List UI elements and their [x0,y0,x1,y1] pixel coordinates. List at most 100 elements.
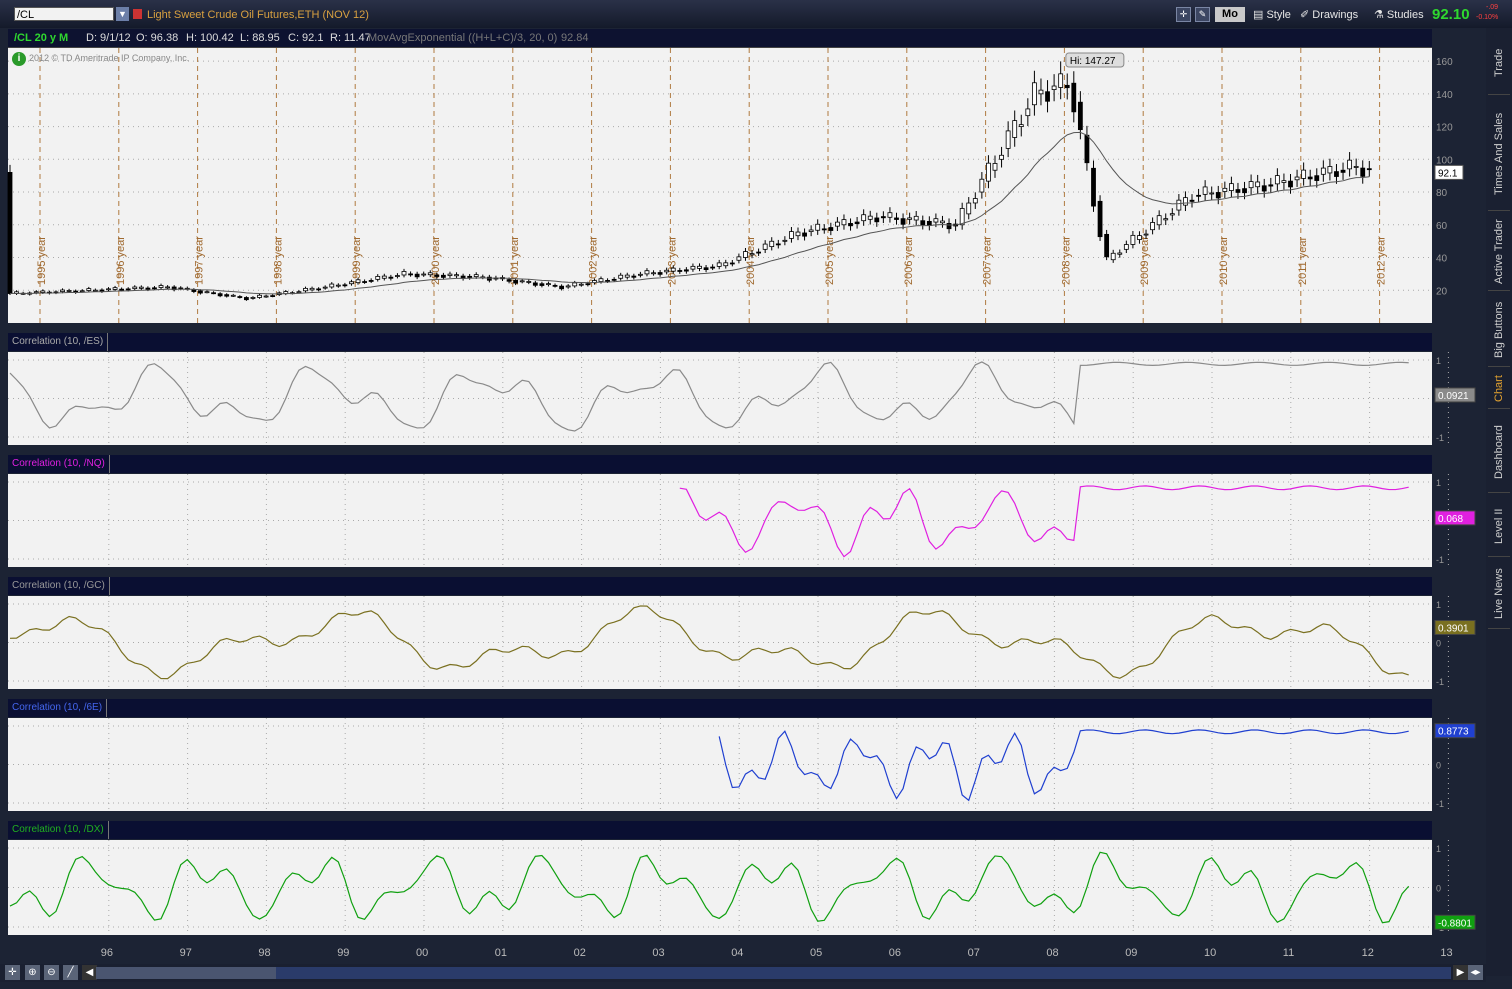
candle-body [191,289,197,292]
candle-body [250,297,256,299]
candle-body [828,227,834,231]
study-title-nq: Correlation (10, /NQ) [8,455,1432,473]
candle-body [808,229,814,233]
candle-body [729,262,735,265]
candle-body [86,288,92,291]
candle-body [1202,186,1208,195]
expand-icon[interactable]: ◂▸ [1468,965,1483,980]
candle-body [92,289,98,292]
candle-body [559,285,564,290]
info-icon[interactable]: i [12,52,26,66]
candle-body [815,223,821,231]
candle-body [1163,218,1169,221]
sidebar-tab-big-buttons[interactable]: Big Buttons [1488,294,1510,367]
candle-body [1242,188,1247,194]
candle-body [598,278,604,282]
candle-body [1268,184,1274,187]
candle-body [769,240,775,248]
sidebar-tab-chart[interactable]: Chart [1488,370,1510,409]
candle-body [526,281,532,283]
candle-body [1215,192,1221,199]
candle-body [1005,130,1011,149]
candle-body [112,287,118,290]
candle-body [1189,199,1195,202]
year-label: 2004 year [745,236,757,285]
candle-body [243,297,249,301]
candle-body [861,214,867,222]
zoom-in-icon[interactable]: ⊕ [25,965,40,980]
sidebar-tab-level-ii[interactable]: Level II [1488,496,1510,557]
candle-body [1143,233,1149,236]
study-title-gc: Correlation (10, /GC) [8,577,1432,595]
x-axis-label: 13 [1440,947,1452,959]
zoom-out-icon[interactable]: ⊖ [44,965,59,980]
candle-body [198,290,203,294]
candle-body [158,285,164,288]
candle-body [966,202,972,215]
candle-body [979,178,985,193]
sidebar-tab-times-and-sales[interactable]: Times And Sales [1488,98,1510,211]
candle-body [782,239,788,242]
pan-icon[interactable]: ✛ [5,965,20,980]
chart-area[interactable]: 160140120100806040201995 year 1996 year 19… [0,0,1486,964]
y-tick-label: 40 [1436,254,1448,265]
candle-body [519,280,525,283]
candle-body [999,154,1004,160]
candle-body [1248,181,1254,189]
candle-body [106,288,111,291]
candle-body [802,232,807,237]
candle-body [795,231,801,237]
candle-body [303,287,308,292]
candle-body [1117,252,1123,255]
candle-body [644,270,650,275]
candle-body [368,280,374,282]
candle-body [257,294,262,298]
scroll-thumb[interactable] [96,967,276,979]
bottom-scrollbar: ✛ ⊕ ⊖ ╱ ◀ ▶ ◂▸ [0,964,1486,982]
y-tick-label: 1 [1436,844,1441,854]
sidebar-tab-live-news[interactable]: Live News [1488,560,1510,629]
candle-body [1294,176,1300,181]
candle-body [309,287,315,291]
candle-body [165,286,171,289]
candle-body [1353,166,1359,168]
candle-body [887,212,893,218]
candle-body [992,163,998,171]
y-tick-label: -1 [1436,433,1444,443]
candle-body [874,217,880,223]
candle-body [1077,101,1083,131]
candle-body [434,274,440,277]
y-tick-label: 60 [1436,221,1448,232]
candle-body [1301,169,1307,179]
x-axis-label: 02 [574,947,586,959]
candle-body [447,273,453,276]
candle-body [1307,176,1313,180]
candle-body [624,274,630,278]
candle-body [1347,159,1352,170]
candle-body [362,281,368,283]
candle-body [1209,192,1215,195]
candle-body [263,295,269,298]
scroll-track[interactable] [96,967,1451,979]
year-label: 1999 year [351,236,363,285]
candle-body [1340,169,1346,173]
sidebar-tab-active-trader[interactable]: Active Trader [1488,214,1510,291]
candle-body [611,278,617,281]
candle-body [224,294,230,297]
draw-line-icon[interactable]: ╱ [63,965,78,980]
scroll-right-icon[interactable]: ▶ [1453,965,1468,980]
right-sidebar: Trade Times And Sales Active Trader Big But… [1486,28,1512,976]
x-axis-label: 08 [1046,947,1058,959]
candle-body [697,265,702,269]
y-tick-label: 1 [1436,478,1441,488]
candle-body [1261,185,1267,192]
net-change: -.09 [1486,4,1499,11]
candle-body [1084,134,1090,164]
sidebar-tab-dashboard[interactable]: Dashboard [1488,412,1510,493]
candle-body [132,286,138,290]
candle-body [454,274,459,277]
candle-body [79,290,85,293]
candle-body [138,286,144,289]
scroll-left-icon[interactable]: ◀ [82,965,97,980]
sidebar-tab-trade[interactable]: Trade [1488,32,1510,95]
